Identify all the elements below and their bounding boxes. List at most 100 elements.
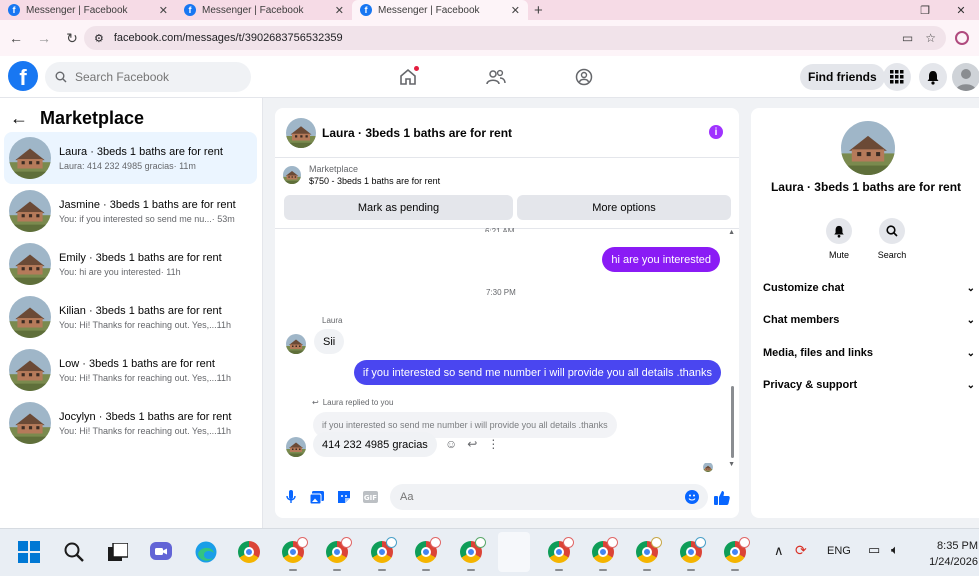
chrome-profile-icon[interactable] [370,537,397,571]
marketplace-conversation-list: ← Marketplace Laura · 3beds 1 baths are … [0,98,263,528]
privacy-support-section[interactable]: Privacy & support ⌄ [763,375,975,395]
groups-nav-icon[interactable] [571,64,597,90]
listing-thumbnail [9,296,51,338]
cast-icon[interactable]: ▭ [902,31,913,45]
volume-icon[interactable]: 🔈︎ [891,542,899,558]
more-options-button[interactable]: More options [517,195,731,220]
incoming-message[interactable]: 414 232 4985 gracias [313,432,437,457]
emoji-icon[interactable] [685,490,699,504]
conversation-item[interactable]: Low · 3beds 1 baths are for rent You: Hi!… [4,344,257,396]
find-friends-button[interactable]: Find friends [800,64,885,90]
chrome-profile-icon[interactable] [679,537,706,571]
home-nav-icon[interactable] [395,64,421,90]
outgoing-message[interactable]: hi are you interested [602,247,720,272]
close-tab-icon[interactable]: ✕ [335,4,344,17]
more-dots-icon[interactable]: ⋮ [487,437,499,451]
contact-avatar[interactable] [286,437,306,457]
reload-icon[interactable]: ↻ [62,30,82,47]
site-settings-icon[interactable]: ⚙ [94,32,104,45]
language-indicator[interactable]: ENG [827,545,851,557]
meet-chat-icon[interactable] [149,540,173,564]
profile-avatar[interactable] [952,63,979,91]
chrome-profile-icon[interactable] [325,537,352,571]
chat-title[interactable]: Laura · 3beds 1 baths are for rent [322,126,512,140]
forward-arrow-icon[interactable]: → [34,30,54,46]
task-view-icon[interactable] [106,540,130,564]
conversation-item[interactable]: Kilian · 3beds 1 baths are for rent You: … [4,291,257,343]
chrome-profile-icon[interactable] [414,537,441,571]
notifications-bell-icon[interactable] [919,63,947,91]
message-thread[interactable]: 6:21 AM hi are you interested 7:30 PM La… [275,227,739,474]
react-emoji-icon[interactable]: ☺ [445,437,457,451]
friends-nav-icon[interactable] [483,64,509,90]
notification-dot [414,66,419,71]
browser-profile-icon[interactable] [955,31,969,45]
chrome-profile-icon[interactable] [635,537,662,571]
bookmark-star-icon[interactable]: ☆ [925,31,936,45]
new-tab-icon[interactable]: + [534,2,543,19]
facebook-search[interactable] [45,62,251,92]
scroll-up-arrow-icon[interactable]: ▲ [728,229,735,236]
scroll-down-arrow-icon[interactable]: ▼ [728,461,735,468]
clock[interactable]: 8:35 PM 1/24/2026 [916,538,978,570]
sticker-icon[interactable] [336,489,352,505]
chat-panel: Laura · 3beds 1 baths are for rent i Mar… [275,108,739,518]
conversation-item[interactable]: Emily · 3beds 1 baths are for rent You: h… [4,238,257,290]
chrome-profile-icon[interactable] [723,537,750,571]
show-hidden-icons-chevron-icon[interactable]: ∧ [774,543,784,559]
menu-grid-icon[interactable] [883,63,911,91]
url-text[interactable]: facebook.com/messages/t/3902683756532359 [114,32,892,44]
info-icon[interactable]: i [709,125,723,139]
browser-tab-2[interactable]: f Messenger | Facebook ✕ [176,0,352,20]
chrome-profile-icon[interactable] [459,537,486,571]
contact-avatar[interactable] [286,334,306,354]
listing-thumbnail [9,137,51,179]
conversation-item[interactable]: Jasmine · 3beds 1 baths are for rent You:… [4,185,257,237]
outgoing-message[interactable]: if you interested so send me number i wi… [353,360,721,385]
edge-browser-icon[interactable] [194,540,218,564]
close-tab-icon[interactable]: ✕ [511,4,520,17]
reply-icon[interactable]: ↩ [467,437,477,451]
search-conversation-button[interactable]: Search [870,218,914,260]
listing-photo[interactable] [841,121,895,175]
search-input[interactable] [75,70,235,84]
url-field[interactable]: ⚙ facebook.com/messages/t/39026837565323… [84,26,946,50]
browser-tab-3[interactable]: f Messenger | Facebook ✕ [352,0,528,20]
chrome-profile-icon[interactable] [281,537,308,571]
search-icon[interactable] [62,540,86,564]
window-controls: ❐ ✕ [907,0,979,20]
search-icon [55,71,67,83]
close-tab-icon[interactable]: ✕ [159,4,168,17]
microphone-icon[interactable] [283,489,299,505]
scrollbar-thumb[interactable] [731,386,734,458]
gif-icon[interactable]: GIF [362,489,378,505]
chrome-profile-icon[interactable] [591,537,618,571]
mark-as-pending-button[interactable]: Mark as pending [284,195,513,220]
chrome-icon[interactable] [237,540,261,564]
marketplace-listing-card[interactable]: Marketplace $750 - 3beds 1 baths are for… [283,164,440,186]
browser-tab-1[interactable]: f Messenger | Facebook ✕ [0,0,176,20]
media-files-links-section[interactable]: Media, files and links ⌄ [763,343,975,363]
chat-members-section[interactable]: Chat members ⌄ [763,310,975,330]
conversation-item[interactable]: Laura · 3beds 1 baths are for rent Laura:… [4,132,257,184]
conversation-item[interactable]: Jocylyn · 3beds 1 baths are for rent You:… [4,397,257,449]
listing-thumbnail[interactable] [286,117,316,148]
listing-price: $750 - 3beds 1 baths are for rent [309,176,441,186]
mute-button[interactable]: Mute [817,218,861,260]
chrome-profile-icon[interactable] [547,537,574,571]
facebook-logo-icon[interactable]: f [8,61,38,91]
message-input[interactable] [390,484,708,510]
close-window-icon[interactable]: ✕ [943,4,979,17]
sync-status-icon[interactable]: ⟳ [795,542,807,559]
incoming-message[interactable]: Sii [314,329,345,354]
conversation-name: Emily · 3beds 1 baths are for rent [59,251,222,264]
photo-gallery-icon[interactable] [309,489,325,505]
back-arrow-icon[interactable]: ← [10,108,28,129]
back-arrow-icon[interactable]: ← [6,30,26,46]
windows-start-icon[interactable] [17,540,41,564]
customize-chat-section[interactable]: Customize chat ⌄ [763,278,975,298]
tab-title: Messenger | Facebook [378,4,480,16]
network-icon[interactable]: ▭ [868,542,880,558]
restore-window-icon[interactable]: ❐ [907,4,943,17]
thumbs-up-icon[interactable] [714,489,730,505]
